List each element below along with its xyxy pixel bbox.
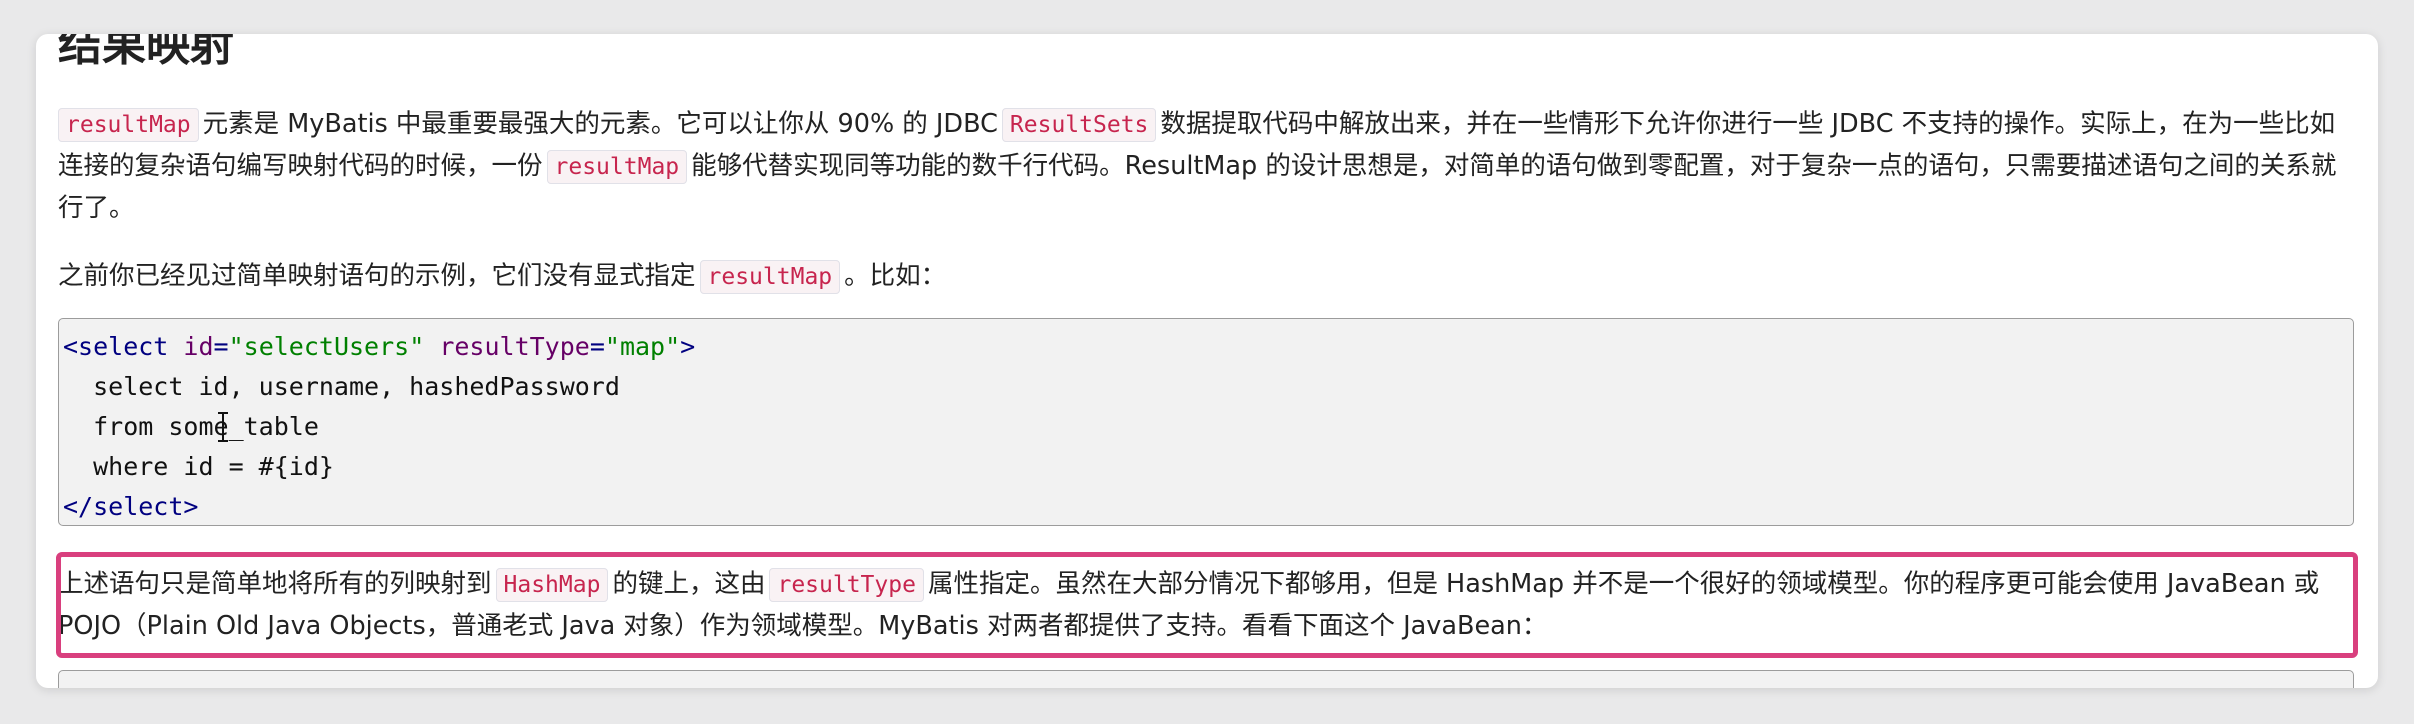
- inline-code-resultmap: resultMap: [58, 108, 199, 142]
- section-heading: 结果映射: [58, 34, 234, 71]
- para2-text-2: 。比如：: [844, 261, 947, 291]
- paragraph-simple-mapping: 之前你已经见过简单映射语句的示例，它们没有显式指定 resultMap 。比如：: [58, 256, 2358, 298]
- doc-page: 结果映射 resultMap 元素是 MyBatis 中最重要最强大的元素。它可以…: [36, 34, 2378, 688]
- text-cursor-icon: [218, 412, 228, 442]
- paragraph-resultmap-intro: resultMap 元素是 MyBatis 中最重要最强大的元素。它可以让你从 9…: [58, 104, 2358, 229]
- selection-highlight-box: [56, 552, 2358, 658]
- para2-text-1: 之前你已经见过简单映射语句的示例，它们没有显式指定: [58, 261, 696, 291]
- inline-code-resultmap-2: resultMap: [546, 150, 688, 184]
- code-block-select: <select id="selectUsers" resultType="map…: [58, 318, 2354, 526]
- code-line-4: where id = #{id}: [63, 452, 334, 481]
- code-line-1: <select id="selectUsers" resultType="map…: [63, 332, 696, 361]
- code-block-javabean-partial: [58, 670, 2354, 688]
- code-line-2: select id, username, hashedPassword: [63, 372, 620, 401]
- code-line-5: </select>: [63, 492, 199, 521]
- inline-code-resultmap-3: resultMap: [699, 260, 841, 294]
- code-line-3: from some_table: [63, 412, 319, 441]
- inline-code-resultsets: ResultSets: [1001, 108, 1157, 142]
- para1-text-1: 元素是 MyBatis 中最重要最强大的元素。它可以让你从 90% 的 JDBC: [202, 109, 998, 139]
